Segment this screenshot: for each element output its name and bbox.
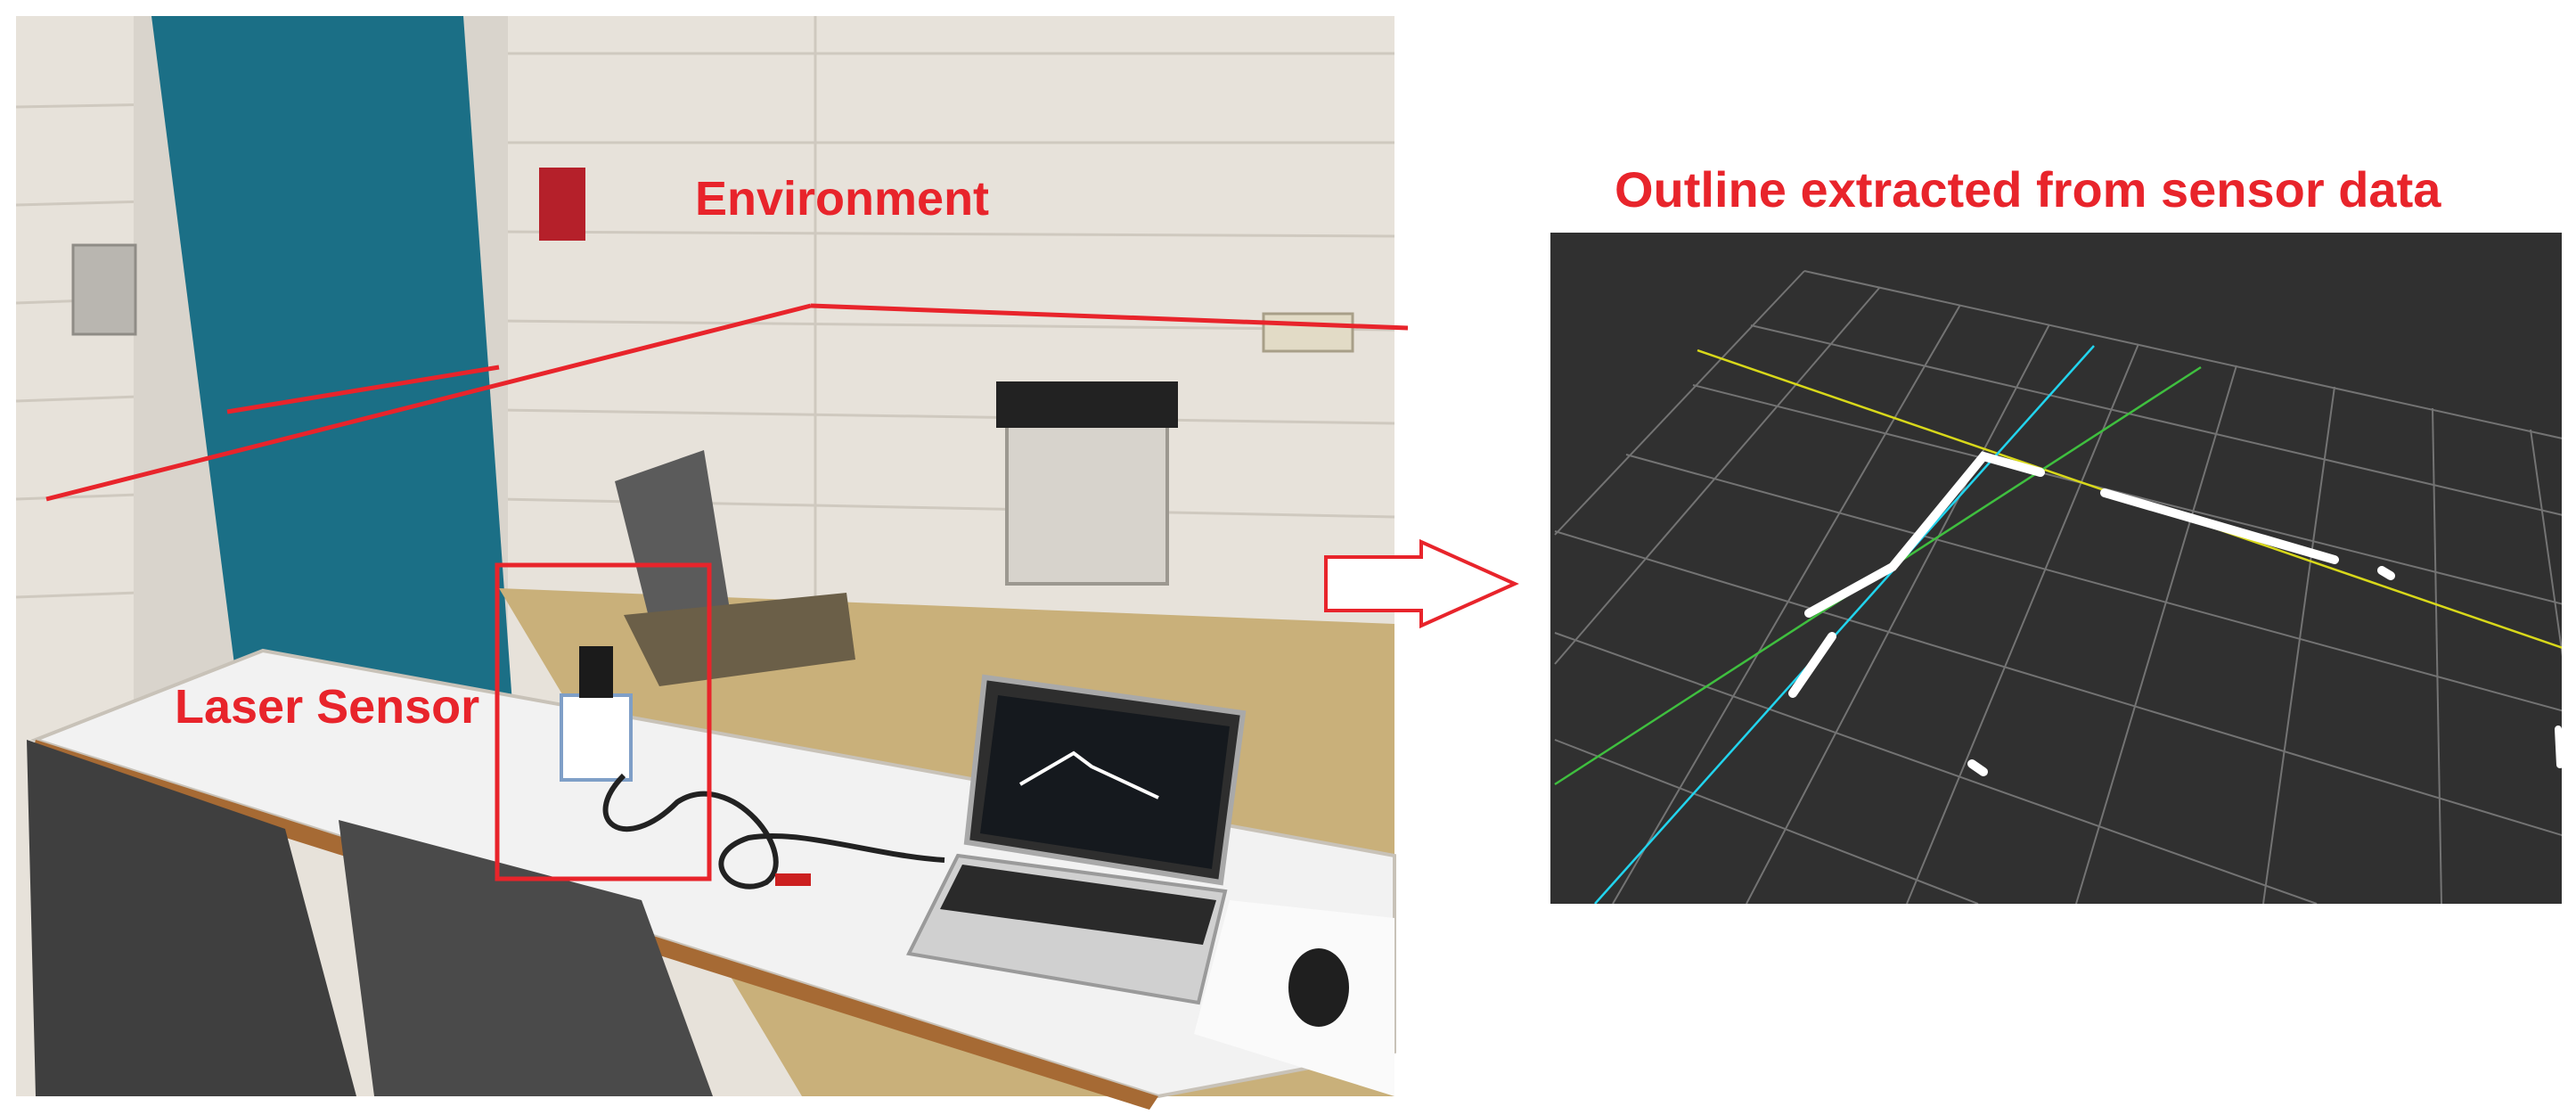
fire-alarm-box [539, 168, 585, 241]
outline-label: Outline extracted from sensor data [1615, 161, 2441, 217]
usb-plug [775, 873, 811, 886]
light-switch [71, 243, 137, 336]
mouse [1288, 948, 1349, 1027]
scan-segment-dot-3 [2555, 726, 2562, 768]
scan-segment-dot-1 [2377, 566, 2395, 580]
laser-sensor-head [579, 646, 613, 698]
viz-background [1550, 233, 2562, 904]
environment-label: Environment [695, 172, 990, 225]
trash-bag [996, 381, 1178, 428]
sensor-visualization [1550, 233, 2562, 904]
laser-sensor-label: Laser Sensor [175, 680, 480, 734]
wall-outlets [1262, 312, 1354, 353]
laser-sensor-device [560, 693, 633, 782]
